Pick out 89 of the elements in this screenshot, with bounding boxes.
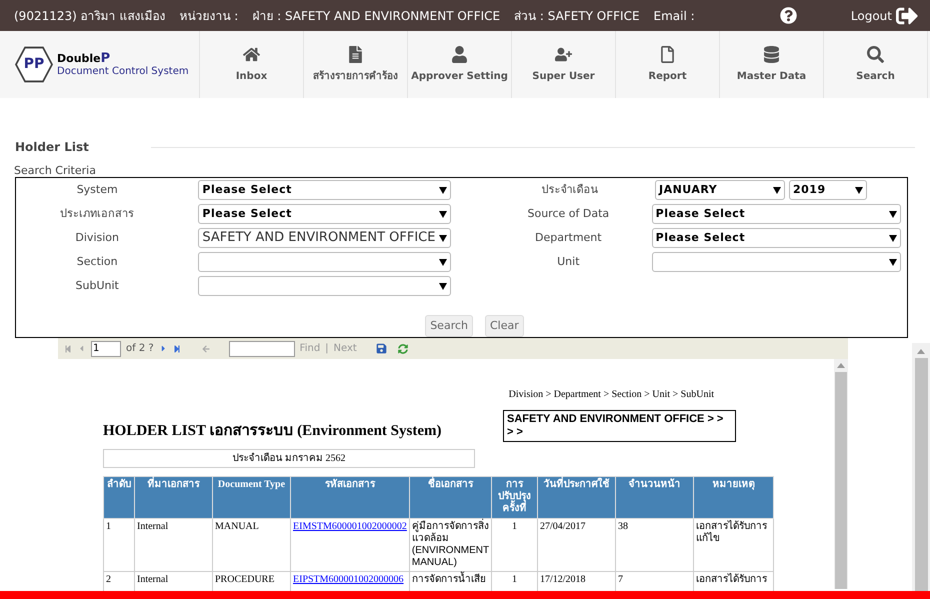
division-text: ฝ่าย : SAFETY AND ENVIRONMENT OFFICE — [252, 8, 500, 24]
back-icon[interactable] — [202, 344, 210, 352]
field-label: ประเภทเอกสาร — [59, 206, 136, 222]
document-icon — [347, 46, 364, 62]
column-header: ชื่อเอกสาร — [409, 476, 492, 518]
table-cell: MANUAL — [212, 518, 290, 571]
select-field[interactable]: 2019 — [789, 180, 867, 200]
column-header: หมายเหตุ — [693, 476, 774, 518]
logout-button[interactable]: Logout — [850, 4, 918, 26]
page-scrollbar[interactable] — [912, 343, 930, 591]
section-text: ส่วน : SAFETY OFFICE — [514, 8, 640, 24]
scroll-up-icon[interactable] — [837, 363, 845, 368]
last-page-icon[interactable] — [172, 344, 181, 352]
select-field[interactable]: JANUARY — [655, 180, 785, 200]
field-label: Section — [76, 254, 119, 270]
column-header: การปรับปรุงครั้งที่ — [491, 476, 538, 518]
column-header: จำนวนหน้า — [615, 476, 694, 518]
report-scrollbar[interactable] — [834, 359, 848, 589]
caret-icon — [889, 210, 897, 218]
field-label: SubUnit — [74, 278, 120, 294]
find-field[interactable] — [228, 340, 295, 356]
field-label: Division — [74, 230, 120, 246]
page-icon — [659, 46, 676, 62]
column-header: รหัสเอกสาร — [290, 476, 410, 518]
table-cell: 1 — [104, 518, 134, 571]
nav-item[interactable]: Inbox — [200, 31, 304, 98]
table-cell: คู่มือการจัดการสิ่งแวดล้อม (ENVIRONMENT MANUAL) — [409, 518, 492, 571]
table-cell: 27/04/2017 — [537, 518, 616, 571]
caret-icon — [889, 234, 897, 242]
selection-text: SAFETY AND ENVIRONMENT OFFICE > > > > — [503, 410, 736, 442]
field-label: ประจำเดือน — [540, 182, 600, 198]
select-field[interactable]: Please Select — [652, 204, 901, 224]
field-label: Department — [534, 230, 603, 246]
page-number-field[interactable]: 1 — [91, 340, 121, 356]
caret-icon — [889, 258, 897, 266]
table-cell: เอกสารได้รับการแก้ไข — [693, 518, 774, 571]
caret-icon — [773, 186, 781, 194]
nav-item[interactable]: Report — [616, 31, 720, 98]
criteria-title: Search Criteria — [13, 164, 97, 177]
document-link[interactable]: EIMSTM600001002000002 — [290, 518, 410, 571]
select-field[interactable] — [198, 276, 451, 296]
first-page-icon[interactable] — [64, 344, 72, 352]
nav-item[interactable]: Super User — [512, 31, 616, 98]
select-field[interactable] — [652, 252, 901, 272]
column-header: ที่มาเอกสาร — [134, 476, 212, 518]
column-header: Document Type — [212, 476, 290, 518]
nav-item[interactable]: Approver Setting — [408, 31, 512, 98]
home-icon — [243, 46, 260, 62]
nav-item[interactable]: สร้างรายการคำร้อง — [304, 31, 408, 98]
caret-icon — [439, 234, 447, 242]
field-label: System — [76, 182, 119, 198]
caret-icon — [439, 258, 447, 266]
table-cell: 1 — [491, 518, 538, 571]
caret-icon — [439, 186, 447, 194]
user-icon — [451, 46, 468, 62]
month-text: ประจำเดือน มกราคม 2562 — [103, 448, 475, 468]
select-field[interactable]: Please Select — [652, 228, 901, 248]
database-icon — [763, 46, 780, 62]
caret-icon — [439, 282, 447, 290]
unit-label: หน่วยงาน : — [179, 8, 238, 24]
save-icon[interactable] — [376, 343, 387, 354]
table-cell: Internal — [134, 518, 212, 571]
page-title: Holder List — [15, 139, 90, 156]
caret-icon — [855, 186, 863, 194]
select-field[interactable]: Please Select — [198, 204, 451, 224]
column-header: วันที่ประกาศใช้ — [537, 476, 616, 518]
select-field[interactable]: Please Select — [198, 180, 451, 200]
select-field[interactable]: SAFETY AND ENVIRONMENT OFFICE — [198, 228, 451, 248]
user-name: (9021123) อาริมา แสงเมือง — [14, 8, 166, 24]
clear-button[interactable]: Clear — [485, 315, 524, 337]
column-header: ลำดับ — [104, 476, 134, 518]
field-label: Source of Data — [526, 206, 610, 222]
table-cell: 38 — [615, 518, 694, 571]
field-label: Unit — [556, 254, 581, 270]
caret-icon — [439, 210, 447, 218]
scroll-up-icon[interactable] — [917, 349, 925, 354]
nav-item[interactable]: Master Data — [720, 31, 824, 98]
help-icon[interactable] — [780, 7, 797, 24]
search-button[interactable]: Search — [425, 315, 473, 337]
refresh-icon[interactable] — [398, 344, 408, 354]
hierarchy-path: Division > Department > Section > Unit > SubUnit — [508, 388, 714, 402]
search-icon — [867, 46, 884, 62]
email-label: Email : — [654, 8, 695, 24]
report-title: HOLDER LIST เอกสารระบบ (Environment System) — [103, 422, 442, 441]
select-field[interactable] — [198, 252, 451, 272]
user-plus-icon — [555, 46, 572, 62]
separator-text: | — [325, 342, 329, 356]
page-count: of 2 ? — [126, 342, 154, 356]
nav-item[interactable]: Search — [824, 31, 928, 98]
